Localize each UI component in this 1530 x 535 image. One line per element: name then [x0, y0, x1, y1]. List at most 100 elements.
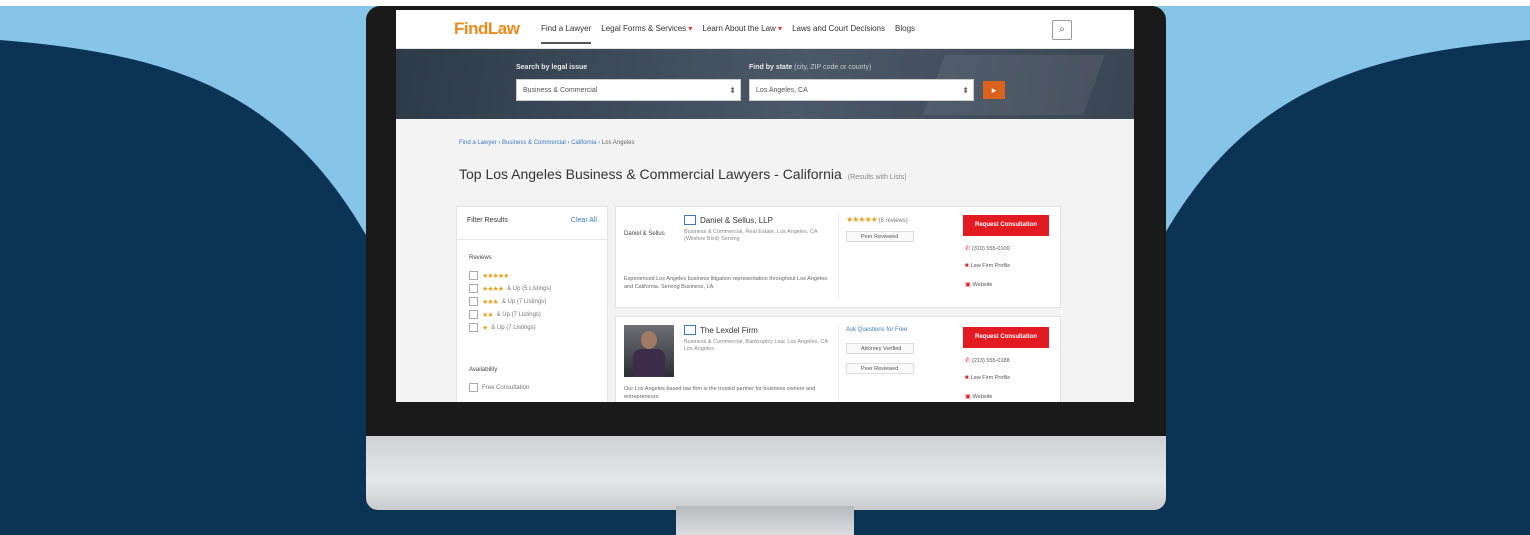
select-arrow-icon: ⬍	[962, 86, 969, 95]
breadcrumb-item[interactable]: Business & Commercial	[502, 140, 566, 146]
rating-option[interactable]: ★ & Up (7 Listings)	[469, 323, 536, 332]
nav-laws-decisions[interactable]: Laws and Court Decisions	[792, 24, 885, 44]
website-text: Website	[972, 394, 993, 400]
firm-name[interactable]: Daniel & Sellus, LLP	[684, 215, 773, 225]
monitor: FindLaw Find a Lawyer Legal Forms & Serv…	[366, 6, 1166, 510]
firm-name[interactable]: The Lexdel Firm	[684, 325, 758, 335]
filter-panel: Filter Results Clear All Reviews ★★★★★ ★…	[456, 206, 608, 402]
profile-icon: ■	[965, 375, 969, 381]
breadcrumb-item[interactable]: California	[571, 140, 596, 146]
legal-issue-value: Business & Commercial	[523, 87, 598, 94]
nav-legal-forms[interactable]: Legal Forms & Services ▾	[601, 24, 692, 44]
profile-link[interactable]: ■ Law Firm Profile	[965, 375, 1010, 381]
availability-label: Free Consultation	[482, 384, 530, 391]
browser-screen: FindLaw Find a Lawyer Legal Forms & Serv…	[396, 10, 1134, 402]
phone-text: (213) 555-0188	[972, 358, 1010, 364]
star-icon: ★★	[482, 311, 494, 319]
star-icon: ★	[482, 324, 488, 332]
lawyer-photo[interactable]	[624, 325, 674, 377]
checkbox[interactable]	[469, 297, 478, 306]
lawyer-listing: The Lexdel Firm Business & Commercial, B…	[615, 316, 1061, 402]
chevron-down-icon: ▾	[688, 24, 693, 33]
divider	[457, 239, 607, 240]
rating-option[interactable]: ★★★★★	[469, 271, 512, 280]
search-hero: Search by legal issue Find by state (cit…	[396, 49, 1134, 119]
verified-icon	[684, 325, 696, 335]
location-label: Find by state (city, ZIP code or county)	[749, 64, 871, 71]
issue-label: Search by legal issue	[516, 64, 588, 71]
request-consultation-button[interactable]: Request Consultation	[963, 215, 1049, 236]
checkbox[interactable]	[469, 310, 478, 319]
rating-label: & Up (7 Listings)	[501, 298, 547, 305]
nav-blogs[interactable]: Blogs	[895, 24, 915, 44]
firm-logo: Daniel & Sellus	[624, 231, 665, 237]
clear-filters-link[interactable]: Clear All	[571, 217, 597, 224]
website-icon: ▣	[965, 282, 971, 288]
profile-link[interactable]: ■ Law Firm Profile	[965, 263, 1010, 269]
profile-icon: ■	[965, 263, 969, 269]
phone-link[interactable]: ✆ (310) 555-0100	[965, 245, 1010, 252]
ask-questions-link[interactable]: Ask Questions for Free	[846, 327, 907, 333]
star-icon: ★★★★	[482, 285, 504, 293]
chevron-down-icon: ▾	[778, 24, 783, 33]
rating-option[interactable]: ★★★★ & Up (5 Listings)	[469, 284, 551, 293]
divider	[838, 323, 839, 402]
peer-reviewed-badge: Peer Reviewed	[846, 231, 914, 242]
firm-address: Business & Commercial, Bankruptcy Law, L…	[684, 339, 828, 352]
breadcrumb-current: Los Angeles	[601, 140, 635, 146]
location-label-text: Find by state	[749, 64, 793, 71]
website-link[interactable]: ▣ Website	[965, 281, 992, 288]
checkbox[interactable]	[469, 284, 478, 293]
monitor-chin	[366, 436, 1166, 510]
location-label-sub: (city, ZIP code or county)	[794, 64, 872, 71]
checkbox[interactable]	[469, 383, 478, 392]
availability-option[interactable]: Free Consultation	[469, 383, 529, 392]
photo-body	[633, 349, 665, 377]
divider	[838, 213, 839, 301]
lawyer-listing: Daniel & Sellus Daniel & Sellus, LLP Bus…	[615, 206, 1061, 308]
select-arrow-icon: ⬍	[729, 86, 736, 95]
attorney-verified-badge: Attorney Verified	[846, 343, 914, 354]
result-count: (Results with Lists)	[847, 174, 907, 181]
profile-text: Law Firm Profile	[970, 375, 1011, 381]
breadcrumb-separator: ›	[567, 140, 570, 146]
phone-icon: ✆	[965, 246, 971, 252]
firm-description: Our Los Angeles-based law firm is the tr…	[624, 386, 816, 400]
review-summary[interactable]: ★★★★★ (8 reviews)	[846, 215, 908, 224]
review-count: (8 reviews)	[878, 218, 908, 224]
peer-reviewed-badge: Peer Reviewed	[846, 363, 914, 374]
website-icon: ▣	[965, 394, 971, 400]
filter-heading: Filter Results	[467, 217, 508, 224]
page-title-text: Top Los Angeles Business & Commercial La…	[459, 166, 842, 182]
website-link[interactable]: ▣ Website	[965, 393, 992, 400]
findlaw-logo[interactable]: FindLaw	[454, 19, 520, 39]
breadcrumb-separator: ›	[598, 140, 601, 146]
rating-option[interactable]: ★★★ & Up (7 Listings)	[469, 297, 546, 306]
firm-address: Business & Commercial, Real Estate, Los …	[684, 229, 818, 242]
nav-find-lawyer[interactable]: Find a Lawyer	[541, 24, 592, 44]
rating-option[interactable]: ★★ & Up (7 Listings)	[469, 310, 541, 319]
phone-link[interactable]: ✆ (213) 555-0188	[965, 357, 1010, 364]
request-consultation-button[interactable]: Request Consultation	[963, 327, 1049, 348]
location-select[interactable]: Los Angeles, CA ⬍	[749, 79, 974, 101]
legal-issue-select[interactable]: Business & Commercial ⬍	[516, 79, 741, 101]
search-go-button[interactable]: ▸	[983, 81, 1005, 99]
breadcrumb: Find a Lawyer › Business & Commercial › …	[459, 140, 634, 146]
phone-text: (310) 555-0100	[972, 246, 1010, 252]
nav-links: Find a Lawyer Legal Forms & Services ▾ L…	[541, 24, 915, 44]
breadcrumb-item[interactable]: Find a Lawyer	[459, 140, 497, 146]
search-icon[interactable]: ⌕	[1052, 20, 1072, 40]
profile-text: Law Firm Profile	[970, 263, 1011, 269]
star-icon: ★★★★★	[846, 215, 878, 224]
photo-head	[641, 331, 657, 349]
breadcrumb-separator: ›	[498, 140, 501, 146]
nav-learn-law[interactable]: Learn About the Law ▾	[702, 24, 782, 44]
star-icon: ★★★	[482, 298, 499, 306]
rating-heading: Reviews	[469, 255, 492, 261]
checkbox[interactable]	[469, 271, 478, 280]
monitor-stand	[676, 506, 854, 535]
availability-heading: Availability	[469, 367, 498, 373]
rating-label: & Up (7 Listings)	[496, 311, 541, 318]
checkbox[interactable]	[469, 323, 478, 332]
firm-name-text: The Lexdel Firm	[700, 325, 758, 335]
